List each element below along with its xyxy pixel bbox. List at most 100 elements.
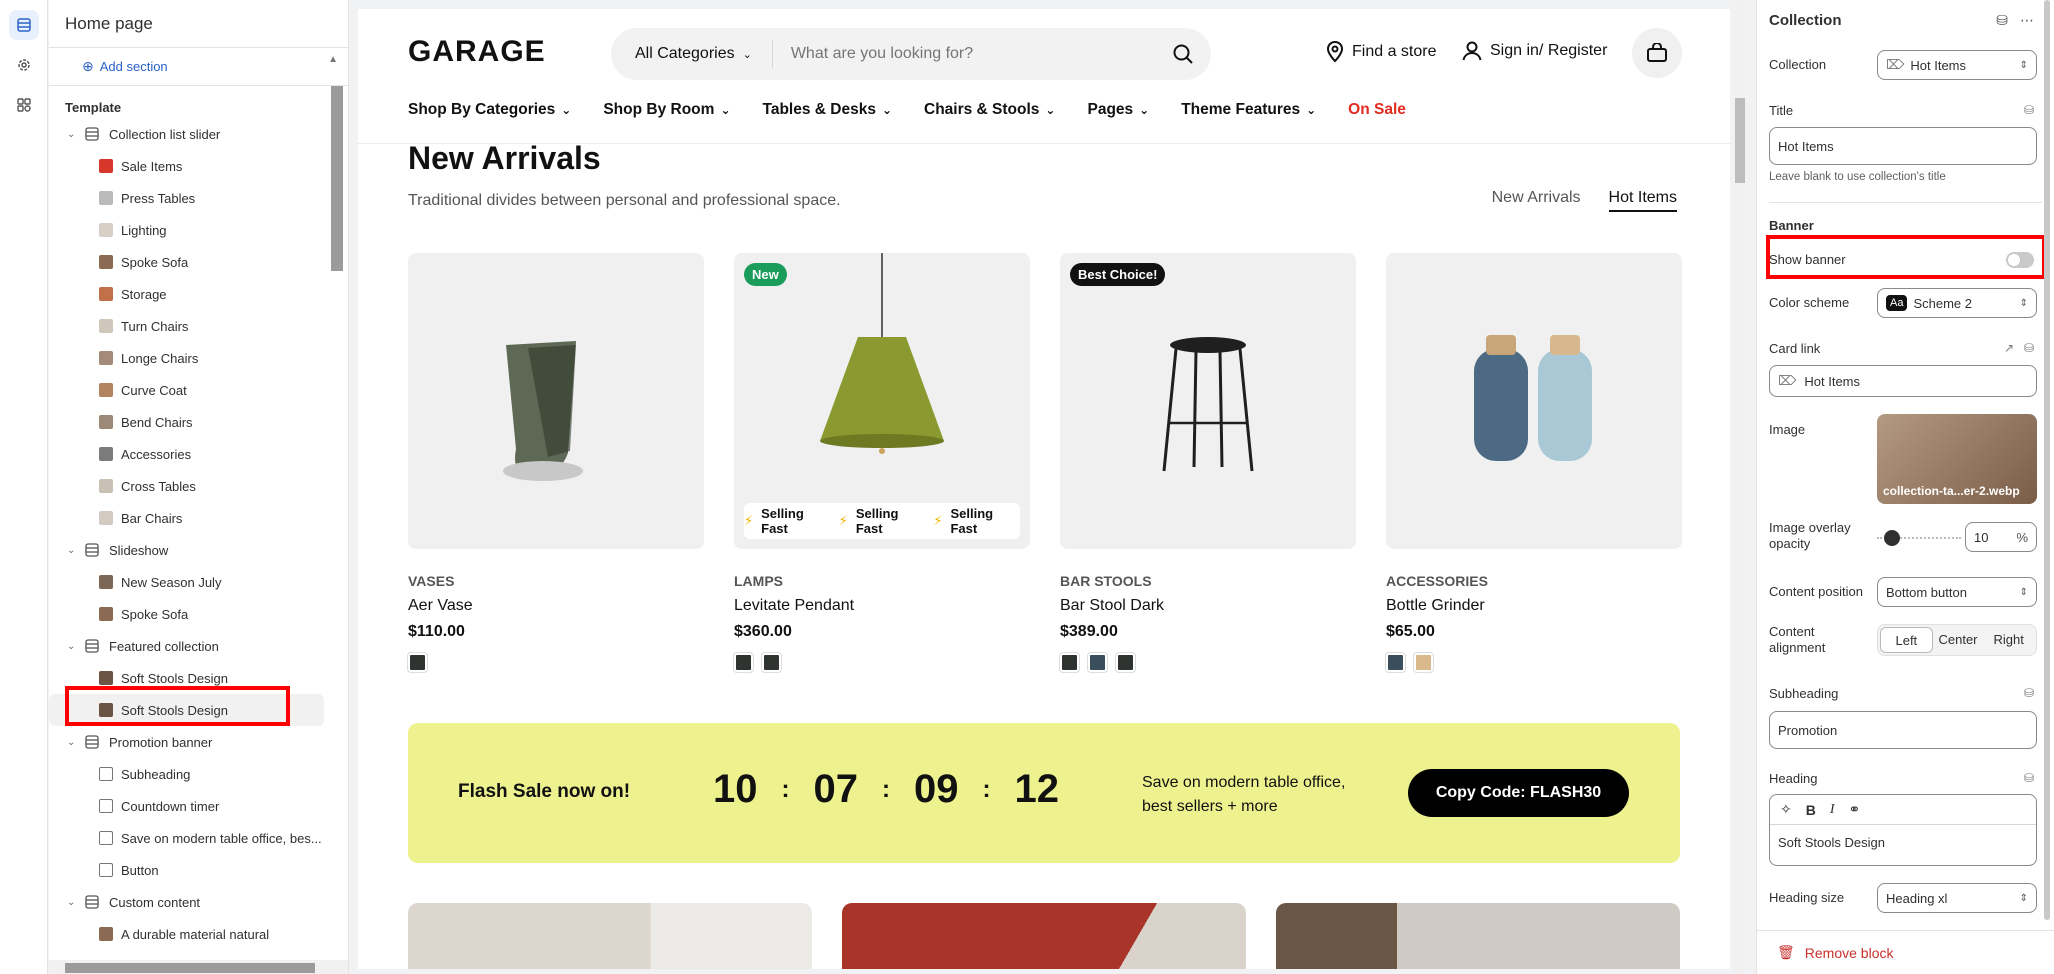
product-card[interactable]: ACCESSORIES Bottle Grinder $65.00 bbox=[1385, 253, 1682, 673]
tree-section[interactable]: ⌄ Promotion banner bbox=[49, 726, 348, 758]
italic-icon[interactable]: I bbox=[1830, 802, 1835, 818]
tree-block[interactable]: Countdown timer bbox=[49, 790, 348, 822]
color-swatch[interactable] bbox=[1087, 652, 1108, 673]
tree-block[interactable]: Save on modern table office, bes... bbox=[49, 822, 348, 854]
sections-icon[interactable] bbox=[8, 10, 39, 40]
chevron-down-icon[interactable]: ⌄ bbox=[67, 129, 81, 140]
content-image-tile[interactable] bbox=[842, 903, 1246, 969]
canvas-scrollbar[interactable] bbox=[1734, 0, 1746, 974]
chevron-down-icon[interactable]: ⌄ bbox=[67, 737, 81, 748]
content-position-select[interactable]: Bottom button ⇕ bbox=[1877, 577, 2037, 607]
panel-scrollbar[interactable] bbox=[2044, 0, 2052, 930]
product-name[interactable]: Levitate Pendant bbox=[734, 597, 1030, 615]
tree-block[interactable]: Turn Chairs bbox=[49, 310, 348, 342]
dynamic-source-icon[interactable]: ⛁ bbox=[2024, 103, 2034, 117]
nav-item[interactable]: Shop By Categories ⌄ bbox=[408, 101, 571, 119]
align-right-option[interactable]: Right bbox=[1983, 627, 2034, 653]
scroll-up-icon[interactable]: ▲ bbox=[328, 54, 338, 65]
more-menu-icon[interactable]: ⋯ bbox=[2020, 12, 2034, 29]
cart-button[interactable] bbox=[1632, 28, 1682, 78]
tree-block[interactable]: Spoke Sofa bbox=[49, 598, 348, 630]
tree-block[interactable]: New Season July bbox=[49, 566, 348, 598]
database-icon[interactable]: ⛁ bbox=[1996, 12, 2008, 29]
color-swatch[interactable] bbox=[407, 652, 428, 673]
chevron-down-icon[interactable]: ⌄ bbox=[67, 545, 81, 556]
nav-item[interactable]: Shop By Room ⌄ bbox=[603, 101, 730, 119]
magic-wand-icon[interactable]: ✧ bbox=[1780, 801, 1792, 818]
collection-select[interactable]: ⌦ Hot Items ⇕ bbox=[1877, 50, 2037, 80]
sign-in-link[interactable]: Sign in/ Register bbox=[1462, 41, 1607, 61]
find-store-link[interactable]: Find a store bbox=[1326, 41, 1436, 63]
search-icon[interactable] bbox=[1155, 43, 1211, 65]
product-name[interactable]: Bar Stool Dark bbox=[1060, 597, 1356, 615]
external-link-icon[interactable]: ↗ bbox=[2004, 341, 2014, 355]
sidebar-horizontal-scrollbar[interactable] bbox=[49, 960, 348, 974]
color-scheme-select[interactable]: Aa Scheme 2 ⇕ bbox=[1877, 288, 2037, 318]
product-name[interactable]: Bottle Grinder bbox=[1386, 597, 1682, 615]
nav-item[interactable]: Theme Features ⌄ bbox=[1181, 101, 1316, 119]
content-image-tile[interactable] bbox=[1276, 903, 1680, 969]
add-section-button[interactable]: ⊕ Add section ▲ bbox=[49, 48, 348, 86]
tree-block[interactable]: Cross Tables bbox=[49, 470, 348, 502]
tree-section[interactable]: ⌄ Featured collection bbox=[49, 630, 348, 662]
overlay-opacity-input[interactable]: 10 % bbox=[1965, 522, 2037, 552]
tree-block[interactable]: Longe Chairs bbox=[49, 342, 348, 374]
card-link-input[interactable]: ⌦ Hot Items bbox=[1769, 365, 2037, 397]
color-swatch[interactable] bbox=[1385, 652, 1406, 673]
settings-gear-icon[interactable] bbox=[9, 50, 39, 80]
tree-block[interactable]: Press Tables bbox=[49, 182, 348, 214]
content-image-tile[interactable] bbox=[408, 903, 812, 969]
tab-hot-items[interactable]: Hot Items bbox=[1608, 189, 1677, 212]
color-swatch[interactable] bbox=[1115, 652, 1136, 673]
tree-block[interactable]: Spoke Sofa bbox=[49, 246, 348, 278]
product-image-pendant[interactable]: New ⚡ Selling Fast ⚡ Selling Fast ⚡ Selling… bbox=[734, 253, 1030, 549]
heading-editor[interactable]: ✧ B I ⚭ Soft Stools Design bbox=[1769, 794, 2037, 866]
tree-block[interactable]: Subheading bbox=[49, 758, 348, 790]
chevron-down-icon[interactable]: ⌄ bbox=[67, 641, 81, 652]
color-swatch[interactable] bbox=[761, 652, 782, 673]
tab-new-arrivals[interactable]: New Arrivals bbox=[1492, 189, 1581, 212]
product-image-vase[interactable] bbox=[408, 253, 704, 549]
overlay-opacity-slider[interactable] bbox=[1877, 530, 1961, 546]
color-swatch[interactable] bbox=[733, 652, 754, 673]
image-picker[interactable]: collection-ta...er-2.webp bbox=[1877, 414, 2037, 504]
tree-section[interactable]: ⌄ Collection list slider bbox=[49, 118, 348, 150]
sidebar-scrollbar[interactable] bbox=[331, 86, 343, 974]
tree-section[interactable]: ⌄ Custom content bbox=[49, 886, 348, 918]
product-name[interactable]: Aer Vase bbox=[408, 597, 704, 615]
tree-block[interactable]: A durable material natural bbox=[49, 918, 348, 950]
product-card[interactable]: VASES Aer Vase $110.00 bbox=[407, 253, 704, 673]
color-swatch[interactable] bbox=[1413, 652, 1434, 673]
chevron-down-icon[interactable]: ⌄ bbox=[67, 897, 81, 908]
search-input[interactable] bbox=[772, 45, 1155, 63]
dynamic-source-icon[interactable]: ⛁ bbox=[2024, 771, 2034, 785]
tree-block[interactable]: Button bbox=[49, 854, 348, 886]
align-left-option[interactable]: Left bbox=[1880, 627, 1933, 653]
product-image-bottle-grinder[interactable] bbox=[1386, 253, 1682, 549]
tree-block[interactable]: Sale Items bbox=[49, 150, 348, 182]
copy-code-button[interactable]: Copy Code: FLASH30 bbox=[1408, 769, 1629, 817]
dynamic-source-icon[interactable]: ⛁ bbox=[2024, 686, 2034, 700]
product-image-bar-stool[interactable]: Best Choice! bbox=[1060, 253, 1356, 549]
tree-section[interactable]: ⌄ Slideshow bbox=[49, 534, 348, 566]
category-dropdown[interactable]: All Categories ⌄ bbox=[611, 40, 773, 68]
subheading-input[interactable]: Promotion bbox=[1769, 711, 2037, 749]
tree-block[interactable]: Accessories bbox=[49, 438, 348, 470]
tree-block[interactable]: Curve Coat bbox=[49, 374, 348, 406]
align-center-option[interactable]: Center bbox=[1933, 627, 1984, 653]
bold-icon[interactable]: B bbox=[1806, 802, 1816, 818]
tree-block[interactable]: Bar Chairs bbox=[49, 502, 348, 534]
apps-icon[interactable] bbox=[9, 90, 39, 120]
heading-size-select[interactable]: Heading xl ⇕ bbox=[1877, 883, 2037, 913]
color-swatch[interactable] bbox=[1059, 652, 1080, 673]
product-card[interactable]: Best Choice! BAR STOOLS Bar Stool Dark $… bbox=[1059, 253, 1356, 673]
dynamic-source-icon[interactable]: ⛁ bbox=[2024, 341, 2034, 355]
title-input[interactable]: Hot Items bbox=[1769, 127, 2037, 165]
tree-block[interactable]: Storage bbox=[49, 278, 348, 310]
nav-item[interactable]: Tables & Desks ⌄ bbox=[763, 101, 893, 119]
store-logo[interactable]: GARAGE bbox=[408, 35, 546, 69]
nav-item[interactable]: Chairs & Stools ⌄ bbox=[924, 101, 1055, 119]
slider-knob[interactable] bbox=[1883, 530, 1900, 546]
product-card[interactable]: New ⚡ Selling Fast ⚡ Selling Fast ⚡ Selling… bbox=[733, 253, 1030, 673]
nav-item-on-sale[interactable]: On Sale bbox=[1348, 101, 1406, 119]
